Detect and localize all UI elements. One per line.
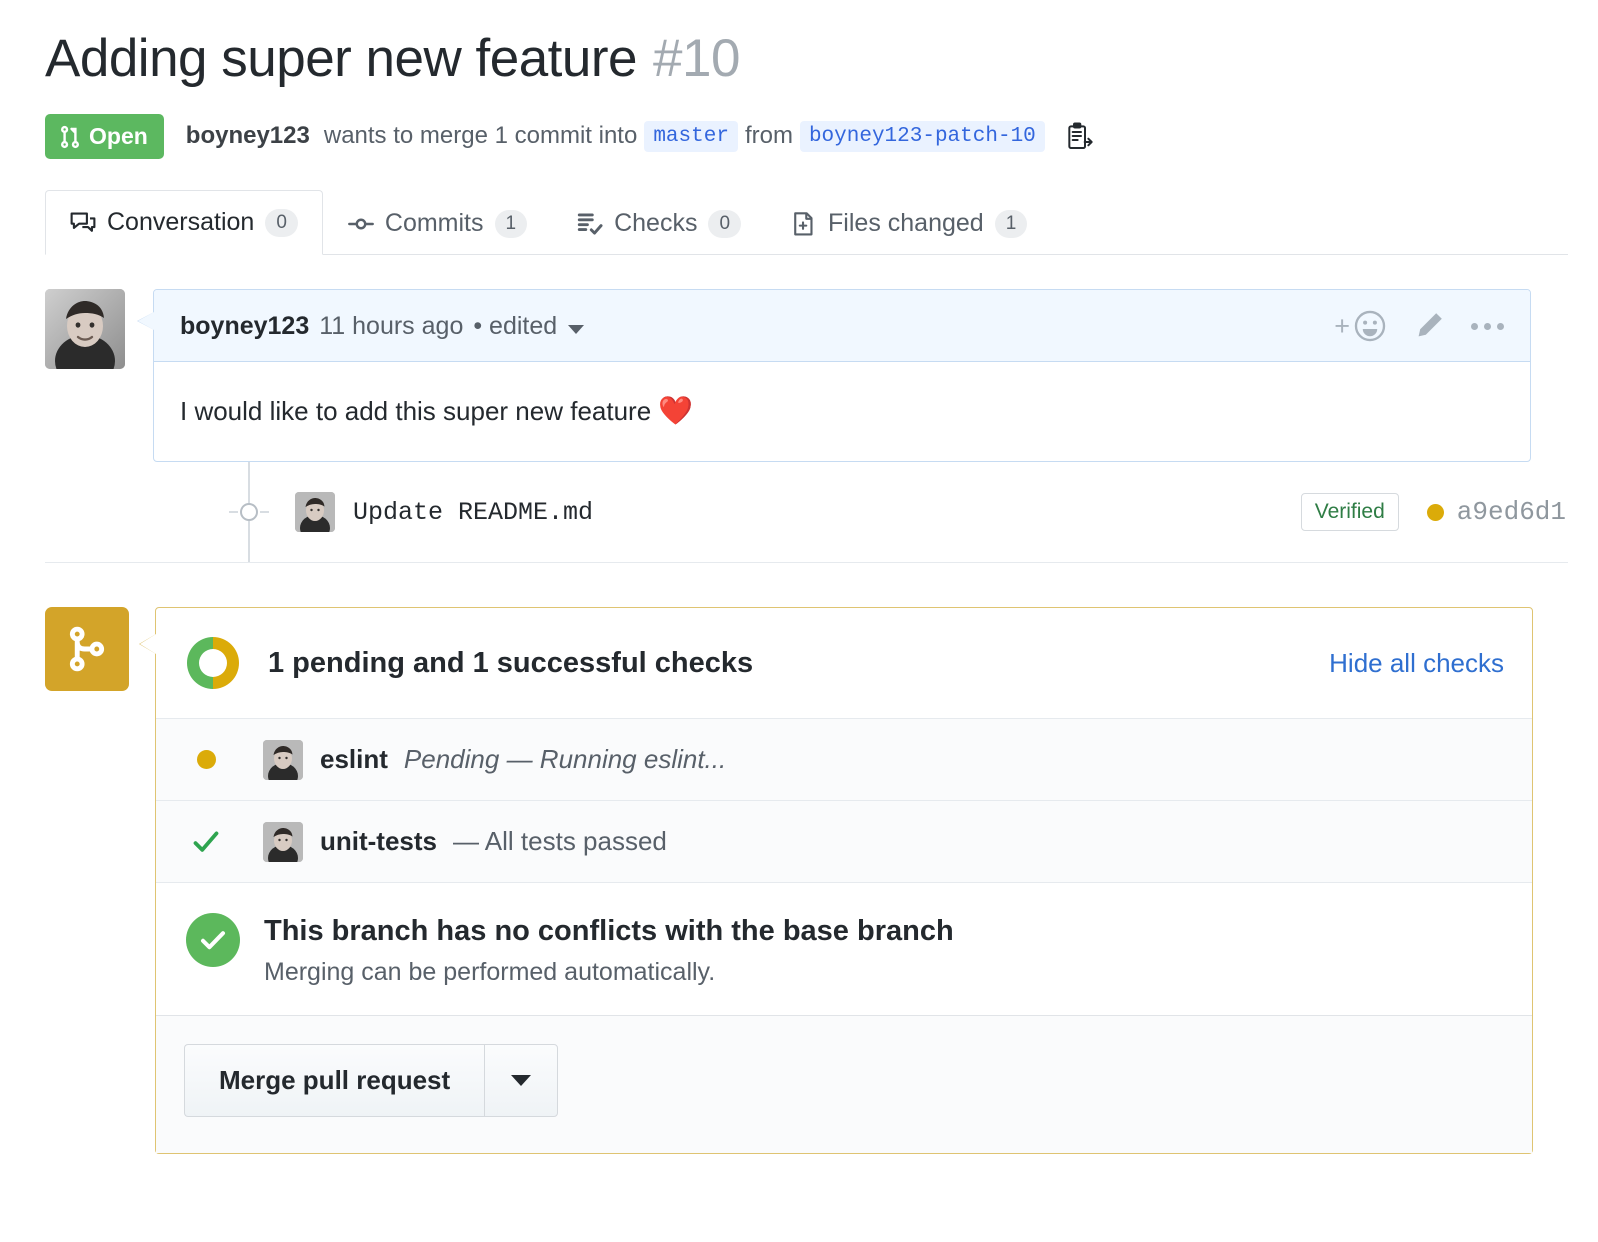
timeline: boyney123 11 hours ago • edited + I woul… — [45, 289, 1568, 1155]
comment-discussion-icon — [70, 210, 96, 236]
comment-edited-label[interactable]: • edited — [473, 312, 557, 341]
hide-all-checks-link[interactable]: Hide all checks — [1329, 648, 1504, 679]
pr-meta-row: Open boyney123 wants to merge 1 commit i… — [45, 114, 1568, 159]
tab-conversation-count: 0 — [265, 208, 298, 237]
pr-byline: boyney123 wants to merge 1 commit into m… — [186, 120, 1094, 153]
merge-status-text: This branch has no conflicts with the ba… — [264, 913, 954, 987]
comment-body: I would like to add this super new featu… — [154, 362, 1530, 461]
tab-commits[interactable]: Commits 1 — [323, 191, 552, 255]
commit-status-dot-icon — [1426, 503, 1444, 521]
success-check-circle-icon — [186, 913, 240, 967]
status-badge-label: Open — [89, 123, 148, 149]
comment-timestamp: 11 hours ago — [319, 311, 464, 340]
chevron-down-icon — [511, 1075, 532, 1087]
pull-request-page: Adding super new feature #10 Open boyney… — [0, 0, 1598, 1155]
merge-pull-request-button[interactable]: Merge pull request — [184, 1044, 485, 1118]
comment-author[interactable]: boyney123 — [180, 312, 309, 341]
head-branch-chip[interactable]: boyney123-patch-10 — [799, 120, 1045, 153]
commit-sha[interactable]: a9ed6d1 — [1457, 497, 1566, 527]
tab-files-changed-label: Files changed — [828, 209, 984, 237]
checks-header: 1 pending and 1 successful checks Hide a… — [156, 608, 1532, 718]
avatar[interactable] — [45, 289, 125, 369]
base-branch-chip[interactable]: master — [644, 120, 738, 153]
merge-box: 1 pending and 1 successful checks Hide a… — [139, 607, 1533, 1155]
checks-donut-chart — [184, 634, 242, 692]
tab-checks-label: Checks — [614, 209, 698, 237]
commit-meta: Verified a9ed6d1 — [1300, 493, 1568, 531]
pr-author-link[interactable]: boyney123 — [186, 122, 310, 151]
merge-status-subtitle: Merging can be performed automatically. — [264, 958, 716, 987]
tab-checks-count: 0 — [708, 209, 742, 238]
merge-footer: Merge pull request — [156, 1015, 1532, 1154]
verified-badge[interactable]: Verified — [1300, 493, 1399, 531]
pr-tabs: Conversation 0 Commits 1 Checks 0 Files … — [45, 189, 1568, 255]
tab-commits-count: 1 — [494, 209, 528, 238]
git-pull-request-icon — [59, 125, 81, 149]
tab-commits-label: Commits — [384, 209, 484, 237]
copy-branch-icon[interactable] — [1066, 121, 1094, 152]
commit-message[interactable]: Update README.md — [353, 498, 593, 527]
check-row: unit-tests — All tests passed — [156, 800, 1532, 882]
check-row: eslint Pending — Running eslint... — [156, 718, 1532, 800]
git-merge-icon — [45, 607, 129, 691]
comment-box: boyney123 11 hours ago • edited + I woul… — [137, 289, 1531, 462]
check-app-avatar — [263, 739, 303, 780]
checks-summary-title: 1 pending and 1 successful checks — [268, 646, 754, 679]
checklist-icon — [577, 211, 603, 237]
commit-row: Update README.md Verified a9ed6d1 — [45, 462, 1568, 563]
byline-text-pre: wants to merge 1 commit into — [323, 122, 638, 150]
merge-conflict-status: This branch has no conflicts with the ba… — [156, 882, 1532, 1016]
chevron-down-icon[interactable] — [568, 324, 585, 334]
pending-dot-icon — [189, 750, 223, 769]
comment-actions: + — [1334, 309, 1504, 343]
check-description: Pending — Running eslint... — [403, 744, 727, 774]
check-icon — [189, 827, 223, 857]
tab-files-changed-count: 1 — [994, 209, 1028, 238]
status-badge: Open — [45, 114, 164, 159]
pr-title-text: Adding super new feature — [45, 29, 638, 88]
comment-menu-icon[interactable] — [1471, 322, 1504, 330]
git-commit-icon — [347, 211, 374, 237]
timeline-node-icon — [229, 503, 269, 521]
add-reaction-icon[interactable]: + — [1334, 309, 1387, 343]
tab-checks[interactable]: Checks 0 — [552, 191, 766, 255]
commit-block: Update README.md Verified a9ed6d1 — [45, 462, 1568, 563]
tab-files-changed[interactable]: Files changed 1 — [766, 191, 1052, 255]
check-description: — All tests passed — [453, 826, 667, 856]
merge-options-dropdown-button[interactable] — [484, 1044, 559, 1118]
add-reaction-plus: + — [1334, 310, 1350, 341]
merge-section: 1 pending and 1 successful checks Hide a… — [45, 607, 1568, 1155]
comment-body-text: I would like to add this super new featu… — [180, 396, 652, 426]
edit-comment-icon[interactable] — [1413, 310, 1445, 342]
check-app-avatar — [263, 821, 303, 862]
check-name: eslint — [320, 744, 388, 774]
comment-header: boyney123 11 hours ago • edited + — [154, 290, 1530, 362]
tab-conversation[interactable]: Conversation 0 — [45, 190, 323, 255]
page-title: Adding super new feature #10 — [45, 28, 1568, 89]
merge-status-title: This branch has no conflicts with the ba… — [264, 915, 954, 947]
heart-emoji: ❤️ — [658, 395, 694, 426]
check-name: unit-tests — [320, 826, 437, 856]
byline-text-mid: from — [744, 122, 793, 150]
comment-item: boyney123 11 hours ago • edited + I woul… — [45, 289, 1568, 462]
pr-number: #10 — [653, 29, 740, 88]
commit-author-avatar[interactable] — [295, 492, 335, 532]
tab-conversation-label: Conversation — [107, 208, 255, 236]
file-diff-icon — [791, 211, 817, 237]
merge-button-group: Merge pull request — [184, 1044, 559, 1118]
